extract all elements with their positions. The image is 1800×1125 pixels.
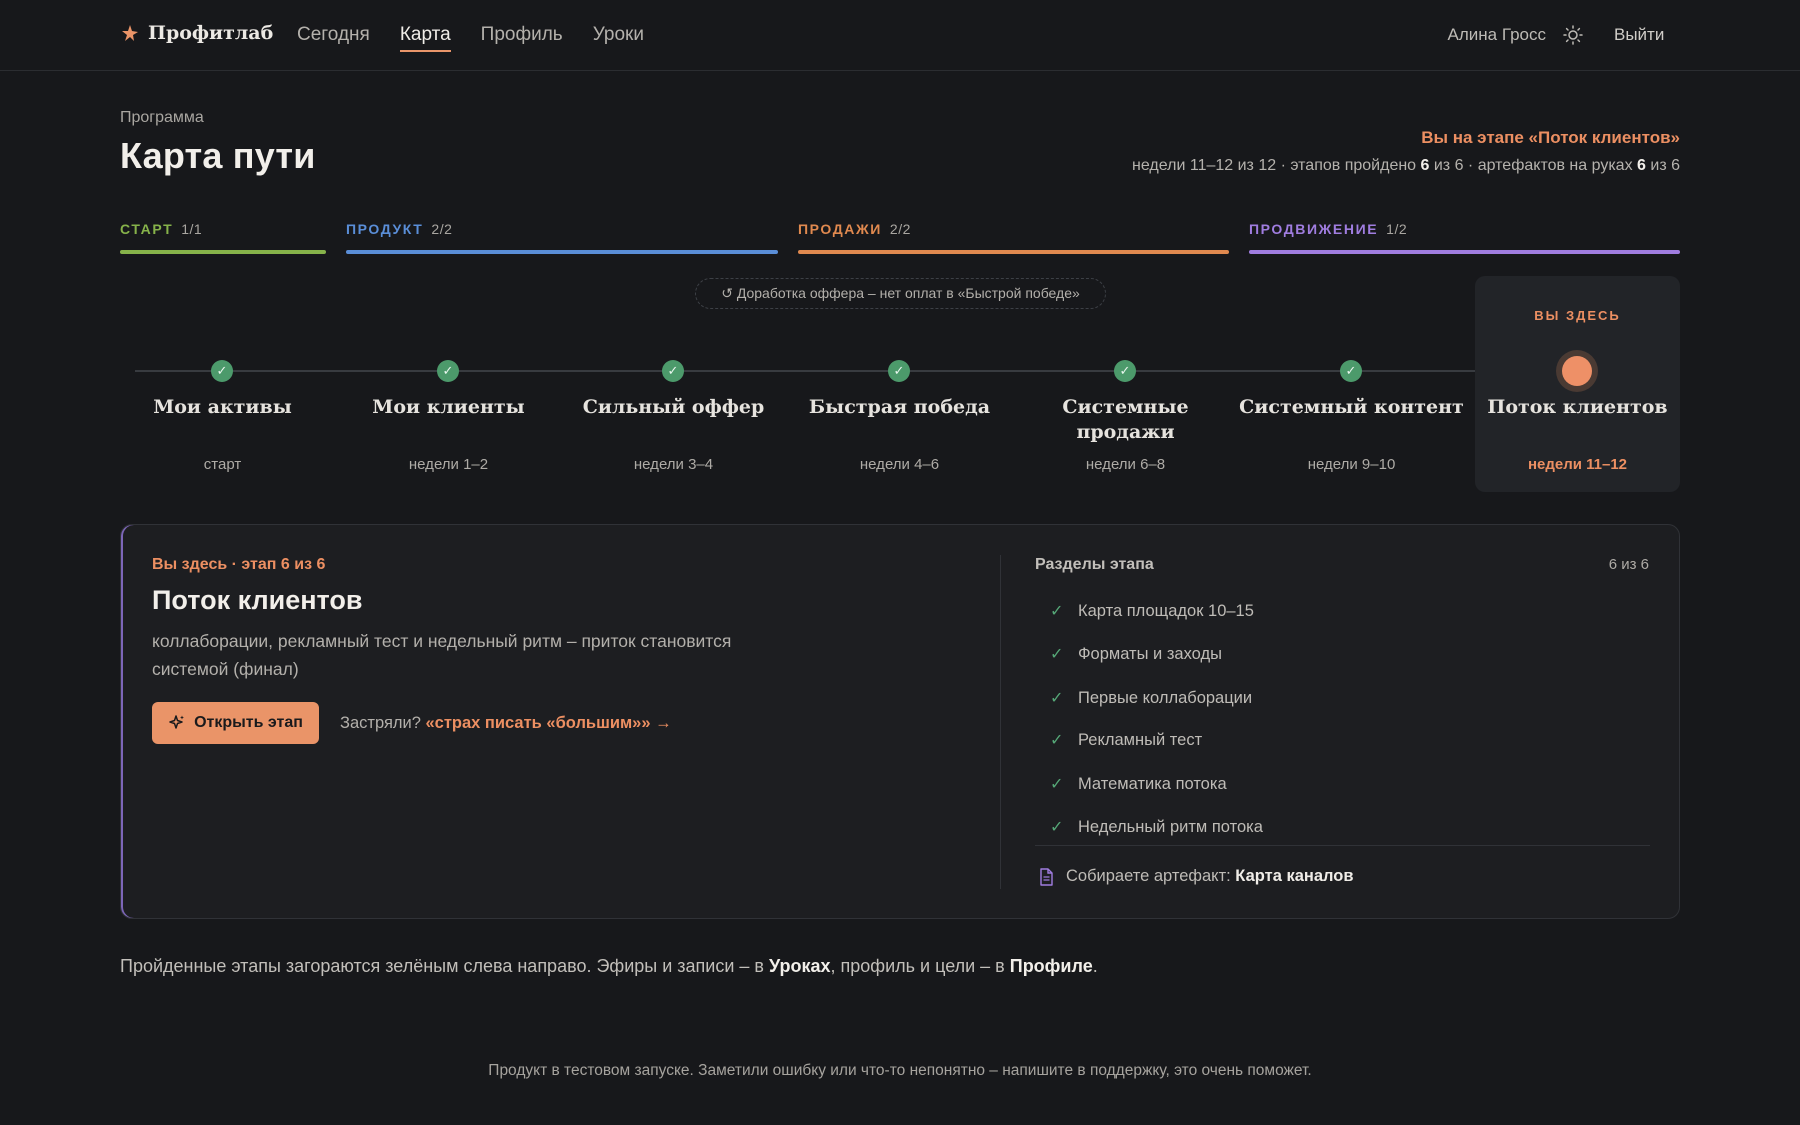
top-navigation-bar: Профитлаб Сегодня Карта Профиль Уроки Ал… <box>0 0 1800 71</box>
card-eyebrow: Вы здесь · этап 6 из 6 <box>152 556 326 573</box>
section-item[interactable]: ✓ Рекламный тест <box>1050 730 1202 750</box>
phase-sales: ПРОДАЖИ 2/2 <box>798 221 1229 255</box>
card-divider <box>1000 555 1001 889</box>
card-title: Поток клиентов <box>152 585 363 615</box>
sections-count: 6 из 6 <box>1608 556 1649 573</box>
stage-name: Системные продажи <box>1062 396 1189 443</box>
stage-name: Системный контент <box>1239 396 1464 418</box>
section-item[interactable]: ✓ Форматы и заходы <box>1050 644 1222 664</box>
you-are-here-label: ВЫ ЗДЕСЬ <box>1534 308 1621 323</box>
rework-note: ↺ Доработка оффера – нет оплат в «Быстро… <box>695 278 1106 309</box>
logout-button[interactable]: Выйти <box>1614 25 1664 45</box>
phase-bar <box>1249 250 1680 254</box>
timeline-track <box>135 370 1475 372</box>
stage-weeks: недели 11–12 <box>1527 456 1628 473</box>
phase-bar <box>120 250 326 254</box>
stage-name: Поток клиентов <box>1487 396 1668 418</box>
user-name[interactable]: Алина Гросс <box>1448 25 1546 45</box>
footer-note: Продукт в тестовом запуске. Заметили оши… <box>488 1062 1312 1079</box>
sections-title: Разделы этапа <box>1035 556 1154 573</box>
brand-name: Профитлаб <box>148 22 274 44</box>
check-icon: ✓ <box>1050 603 1064 620</box>
stage-weeks: недели 4–6 <box>859 456 940 473</box>
page-title: Карта пути <box>120 135 316 176</box>
sparkle-icon <box>169 715 185 729</box>
main-nav: Сегодня Карта Профиль Уроки <box>297 24 644 52</box>
check-icon: ✓ <box>1114 360 1136 382</box>
phase-bar <box>346 250 778 254</box>
phase-bar <box>798 250 1229 254</box>
stuck-help-link[interactable]: «страх писать «большим»» → <box>425 714 671 732</box>
section-item[interactable]: ✓ Недельный ритм потока <box>1050 817 1263 837</box>
phase-start: СТАРТ 1/1 <box>120 221 326 255</box>
stage-name: Быстрая победа <box>808 396 991 418</box>
legend-hint: Пройденные этапы загораются зелёным слев… <box>120 956 1098 976</box>
stuck-hint: Застряли? «страх писать «большим»» → <box>340 714 672 732</box>
lessons-link[interactable]: Уроках <box>769 956 831 976</box>
stage-name: Сильный оффер <box>582 396 765 418</box>
phase-product: ПРОДУКТ 2/2 <box>346 221 778 255</box>
nav-item-today[interactable]: Сегодня <box>297 24 370 52</box>
check-icon: ✓ <box>211 360 233 382</box>
nav-item-lessons[interactable]: Уроки <box>593 24 644 52</box>
check-icon: ✓ <box>1050 819 1064 836</box>
profile-link[interactable]: Профиле <box>1010 956 1093 976</box>
stage-weeks: старт <box>203 456 242 473</box>
check-icon: ✓ <box>437 360 459 382</box>
nav-item-map[interactable]: Карта <box>399 24 451 52</box>
artifact-name: Карта каналов <box>1235 867 1354 885</box>
page-eyebrow: Программа <box>120 109 204 126</box>
current-stage-card: Вы здесь · этап 6 из 6 Поток клиентов ко… <box>120 524 1680 919</box>
stage-weeks: недели 3–4 <box>633 456 714 473</box>
document-icon <box>1040 867 1053 886</box>
section-item[interactable]: ✓ Карта площадок 10–15 <box>1050 601 1254 621</box>
check-icon: ✓ <box>1050 690 1064 707</box>
progress-stats: недели 11–12 из 12 · этапов пройдено 6 и… <box>1132 157 1680 174</box>
brand-logo[interactable]: Профитлаб <box>120 22 273 44</box>
sun-icon[interactable] <box>1562 24 1584 46</box>
star-logo-icon <box>122 25 138 41</box>
check-icon: ✓ <box>1050 646 1064 663</box>
stage-name: Мои активы <box>153 396 292 418</box>
sections-divider <box>1035 845 1650 846</box>
check-icon: ✓ <box>1050 776 1064 793</box>
phase-promotion: ПРОДВИЖЕНИЕ 1/2 <box>1249 221 1680 255</box>
check-icon: ✓ <box>662 360 684 382</box>
check-icon: ✓ <box>888 360 910 382</box>
stage-weeks: недели 6–8 <box>1085 456 1166 473</box>
nav-item-profile[interactable]: Профиль <box>481 24 563 52</box>
check-icon: ✓ <box>1050 732 1064 749</box>
stage-weeks: недели 1–2 <box>408 456 489 473</box>
check-icon: ✓ <box>1340 360 1362 382</box>
open-stage-label: Открыть этап <box>194 714 303 731</box>
artifact-line: Собираете артефакт: Карта каналов <box>1038 867 1354 886</box>
open-stage-button[interactable]: Открыть этап <box>152 702 319 744</box>
section-item[interactable]: ✓ Первые коллаборации <box>1050 688 1252 708</box>
current-stage-label: Вы на этапе «Поток клиентов» <box>1421 128 1680 147</box>
card-description: коллаборации, рекламный тест и недельный… <box>152 631 732 679</box>
stage-weeks: недели 9–10 <box>1307 456 1396 473</box>
stage-name: Мои клиенты <box>372 396 525 418</box>
section-item[interactable]: ✓ Математика потока <box>1050 774 1227 794</box>
current-marker-icon <box>1556 350 1598 392</box>
